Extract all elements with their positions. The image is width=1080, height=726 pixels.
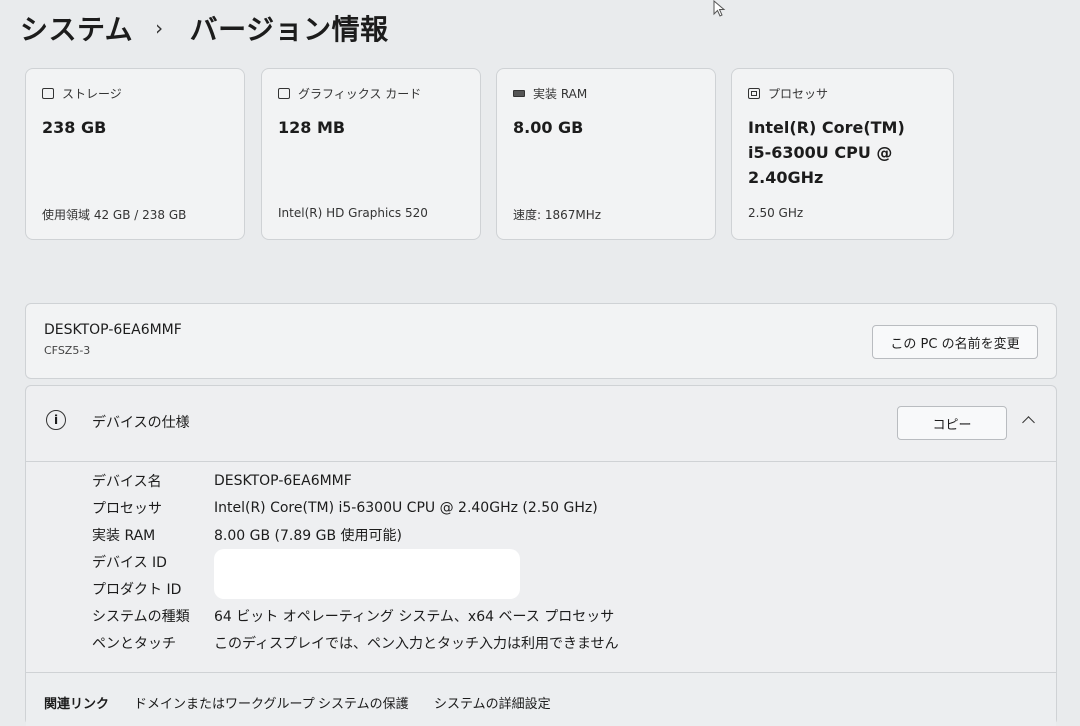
spec-label: デバイス名 (92, 474, 162, 490)
card-title: ストレージ (62, 87, 122, 101)
spec-row: システムの種類 64 ビット オペレーティング システム、x64 ベース プロセッ… (92, 605, 614, 627)
device-spec-title: デバイスの仕様 (92, 415, 190, 431)
spec-label: デバイス ID (92, 555, 167, 571)
processor-card[interactable]: プロセッサ Intel(R) Core(TM) i5-6300U CPU @ 2… (731, 68, 954, 240)
spec-row: ペンとタッチ このディスプレイでは、ペン入力とタッチ入力は利用できません (92, 632, 619, 654)
card-value: 238 GB (42, 118, 107, 137)
card-sub: 速度: 1867MHz (513, 208, 602, 222)
spec-value: 8.00 GB (7.89 GB 使用可能) (214, 528, 402, 544)
card-title: プロセッサ (768, 87, 829, 101)
spec-value: DESKTOP-6EA6MMF (214, 473, 352, 489)
redaction-block (214, 549, 520, 599)
spec-row: プロダクト ID (92, 578, 214, 600)
spec-label: 実装 RAM (92, 528, 156, 544)
storage-card[interactable]: ストレージ 238 GB 使用領域 42 GB / 238 GB (25, 68, 245, 240)
device-spec-header[interactable]: i デバイスの仕様 コピー (26, 386, 1056, 462)
related-links-bar: 関連リンク ドメインまたはワークグループ システムの保護 システムの詳細設定 (26, 672, 1056, 726)
copy-button[interactable]: コピー (897, 406, 1007, 440)
spec-label: ペンとタッチ (92, 636, 176, 652)
graphics-card-icon (278, 88, 290, 99)
link-domain-workgroup[interactable]: ドメインまたはワークグループ (134, 693, 315, 712)
storage-icon (42, 88, 54, 99)
pc-name: DESKTOP-6EA6MMF (44, 322, 182, 338)
breadcrumb: システム › バージョン情報 (20, 8, 389, 48)
pc-name-panel: DESKTOP-6EA6MMF CFSZ5-3 この PC の名前を変更 (25, 303, 1057, 379)
processor-icon (748, 88, 760, 99)
breadcrumb-separator: › (155, 16, 164, 40)
pc-model: CFSZ5-3 (44, 344, 91, 357)
card-value: 128 MB (278, 118, 346, 137)
spec-row: デバイス ID (92, 551, 214, 573)
card-title: グラフィックス カード (298, 87, 422, 101)
spec-row: プロセッサ Intel(R) Core(TM) i5-6300U CPU @ 2.… (92, 497, 598, 519)
card-sub: Intel(R) HD Graphics 520 (278, 206, 428, 220)
ram-card[interactable]: 実装 RAM 8.00 GB 速度: 1867MHz (496, 68, 716, 240)
spec-row: デバイス名 DESKTOP-6EA6MMF (92, 470, 352, 492)
link-advanced-system-settings[interactable]: システムの詳細設定 (434, 693, 551, 712)
ram-icon (513, 90, 525, 97)
spec-value: 64 ビット オペレーティング システム、x64 ベース プロセッサ (214, 609, 615, 625)
spec-label: システムの種類 (92, 609, 190, 625)
info-icon: i (46, 410, 66, 430)
link-system-protection[interactable]: システムの保護 (318, 693, 409, 712)
card-value: Intel(R) Core(TM) i5-6300U CPU @ 2.40GHz (748, 118, 905, 187)
page-title: バージョン情報 (189, 13, 389, 46)
card-value: 8.00 GB (513, 118, 584, 137)
card-title: 実装 RAM (533, 87, 588, 101)
graphics-card[interactable]: グラフィックス カード 128 MB Intel(R) HD Graphics … (261, 68, 481, 240)
related-links-label: 関連リンク (44, 697, 110, 712)
breadcrumb-parent[interactable]: システム (20, 8, 133, 48)
spec-label: プロセッサ (92, 501, 162, 517)
card-sub: 使用領域 42 GB / 238 GB (42, 208, 187, 222)
spec-label: プロダクト ID (92, 582, 182, 598)
mouse-cursor-icon (713, 0, 726, 17)
rename-pc-button[interactable]: この PC の名前を変更 (872, 325, 1038, 359)
spec-value: Intel(R) Core(TM) i5-6300U CPU @ 2.40GHz… (214, 500, 598, 516)
card-sub: 2.50 GHz (748, 206, 804, 220)
spec-value: このディスプレイでは、ペン入力とタッチ入力は利用できません (214, 636, 619, 652)
device-spec-panel: i デバイスの仕様 コピー デバイス名 DESKTOP-6EA6MMF プロセッサ… (25, 385, 1057, 726)
spec-row: 実装 RAM 8.00 GB (7.89 GB 使用可能) (92, 524, 402, 546)
chevron-up-icon[interactable] (1022, 416, 1035, 429)
